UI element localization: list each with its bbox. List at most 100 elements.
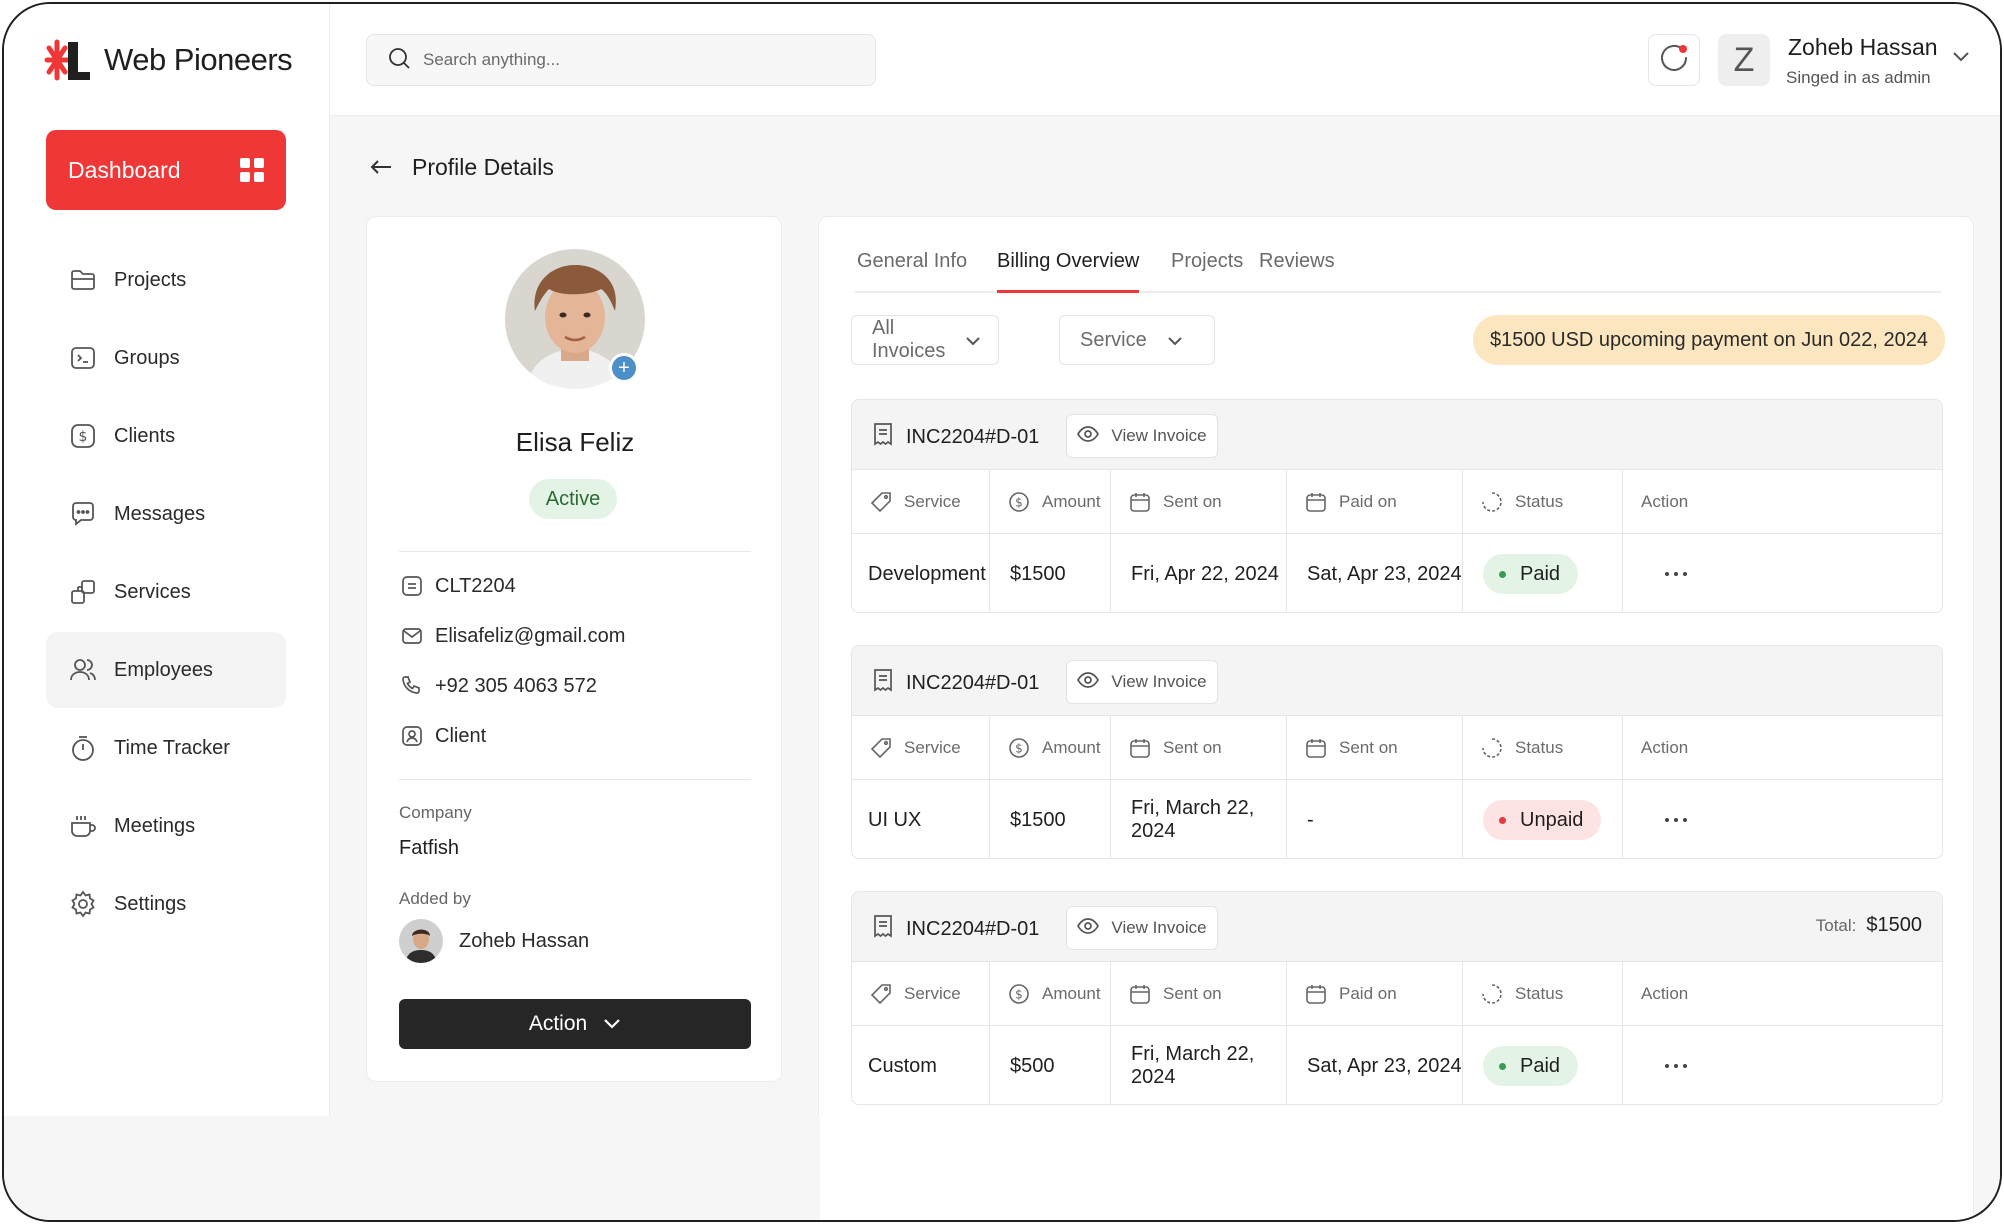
phone-row: +92 305 4063 572 <box>399 673 597 699</box>
arrow-left-icon <box>370 154 392 181</box>
divider <box>399 779 751 780</box>
avatar <box>399 919 443 963</box>
column-header-status: Status <box>1463 470 1623 534</box>
notification-button[interactable] <box>1648 34 1700 86</box>
invoice-total: Total: $1500 <box>1816 914 1922 937</box>
view-invoice-button[interactable]: View Invoice <box>1066 414 1218 458</box>
svg-text:$: $ <box>1015 741 1023 755</box>
svg-text:$: $ <box>1015 495 1023 509</box>
add-photo-button[interactable]: + <box>609 353 639 383</box>
page-title: Profile Details <box>412 154 554 180</box>
service-filter-dropdown[interactable]: Service <box>1059 315 1215 365</box>
calendar-icon <box>1129 983 1151 1005</box>
column-label: Sent on <box>1163 737 1222 757</box>
terminal-icon <box>68 343 98 373</box>
cell-amount: $500 <box>990 1026 1111 1104</box>
brand-name: Web Pioneers <box>104 42 293 77</box>
column-label: Paid on <box>1339 491 1397 511</box>
brand-logo[interactable]: Web Pioneers <box>44 38 293 82</box>
nav-item-settings[interactable]: Settings <box>46 866 286 942</box>
nav-item-label: Messages <box>114 502 206 525</box>
tag-icon <box>870 983 892 1005</box>
status-label: Unpaid <box>1520 808 1584 831</box>
user-name[interactable]: Zoheb Hassan <box>1788 34 1938 61</box>
invoice-id-text: INC2204#D-01 <box>906 671 1040 694</box>
view-invoice-label: View Invoice <box>1111 918 1207 937</box>
column-header-sent-on: Sent on <box>1111 470 1287 534</box>
column-header-amount: $ Amount <box>990 962 1111 1026</box>
chevron-down-icon <box>945 329 981 352</box>
invoices-filter-dropdown[interactable]: All Invoices <box>851 315 999 365</box>
more-options-icon[interactable] <box>1665 818 1687 822</box>
stopwatch-icon <box>68 733 98 763</box>
nav-item-employees[interactable]: Employees <box>46 632 286 708</box>
client-id: CLT2204 <box>435 574 516 597</box>
loader-icon <box>1481 491 1503 513</box>
id-card-icon <box>399 573 425 599</box>
phone-value[interactable]: +92 305 4063 572 <box>435 675 597 698</box>
tab-billing-overview[interactable]: Billing Overview <box>997 241 1140 293</box>
back-link[interactable]: Profile Details <box>370 154 554 181</box>
dollar-icon: $ <box>68 421 98 451</box>
receipt-icon <box>872 422 894 452</box>
added-by-label: Added by <box>399 889 471 908</box>
nav-item-label: Employees <box>114 658 213 681</box>
chevron-down-icon <box>587 1012 621 1036</box>
more-options-icon[interactable] <box>1665 1064 1687 1068</box>
tab-reviews[interactable]: Reviews <box>1259 241 1335 293</box>
nav-item-groups[interactable]: Groups <box>46 320 286 396</box>
profile-name: Elisa Feliz <box>515 427 635 457</box>
nav-item-projects[interactable]: Projects <box>46 242 286 318</box>
nav-item-services[interactable]: Services <box>46 554 286 630</box>
nav-item-label: Time Tracker <box>114 736 230 759</box>
eye-icon <box>1077 917 1111 939</box>
cell-status: Paid <box>1463 534 1623 612</box>
search-input[interactable] <box>423 50 843 70</box>
role-row: Client <box>399 723 486 749</box>
column-label: Status <box>1515 983 1564 1003</box>
search-bar[interactable] <box>366 34 876 86</box>
invoice-card: INC2204#D-01 View Invoice Total: $1500 S… <box>851 891 1943 1105</box>
column-header-service: Service <box>852 962 990 1026</box>
tab-projects[interactable]: Projects <box>1171 241 1243 293</box>
sidebar-footer-area <box>4 1116 820 1220</box>
more-options-icon[interactable] <box>1665 572 1687 576</box>
cell-paid-on: - <box>1287 780 1463 858</box>
nav-dashboard-button[interactable]: Dashboard <box>46 130 286 210</box>
total-label: Total: <box>1815 916 1857 935</box>
invoice-id: INC2204#D-01 <box>872 422 1039 452</box>
divider <box>399 551 751 552</box>
column-label: Action <box>1641 491 1689 511</box>
invoice-id-text: INC2204#D-01 <box>906 917 1040 940</box>
nav-item-clients[interactable]: $ Clients <box>46 398 286 474</box>
nav-item-label: Services <box>114 580 191 603</box>
user-avatar[interactable]: Z <box>1718 34 1770 86</box>
cell-service: UI UX <box>852 780 990 858</box>
calendar-icon <box>1129 737 1151 759</box>
nav-item-meetings[interactable]: Meetings <box>46 788 286 864</box>
nav-item-label: Meetings <box>114 814 196 837</box>
column-header-service: Service <box>852 470 990 534</box>
action-dropdown-button[interactable]: Action <box>399 999 751 1049</box>
invoice-id: INC2204#D-01 <box>872 914 1039 944</box>
action-button-label: Action <box>528 1012 588 1035</box>
view-invoice-button[interactable]: View Invoice <box>1066 906 1218 950</box>
view-invoice-label: View Invoice <box>1111 426 1207 445</box>
nav-item-time-tracker[interactable]: Time Tracker <box>46 710 286 786</box>
top-bar: Z Zoheb Hassan Singed in as admin <box>330 4 2000 116</box>
chevron-down-icon[interactable] <box>1952 50 1970 68</box>
status-badge: Paid <box>1483 1046 1579 1086</box>
phone-icon <box>399 673 425 699</box>
mail-icon <box>399 623 425 649</box>
calendar-icon <box>1129 491 1151 513</box>
email-value[interactable]: Elisafeliz@gmail.com <box>435 625 625 648</box>
svg-text:$: $ <box>1015 987 1023 1001</box>
tab-general-info[interactable]: General Info <box>857 241 967 293</box>
tag-icon <box>870 491 892 513</box>
column-header-paid-on: Sent on <box>1287 716 1463 780</box>
status-label: Paid <box>1520 562 1561 585</box>
nav-item-messages[interactable]: Messages <box>46 476 286 552</box>
column-label: Status <box>1515 737 1564 757</box>
view-invoice-button[interactable]: View Invoice <box>1066 660 1218 704</box>
column-header-action: Action <box>1623 716 1942 780</box>
